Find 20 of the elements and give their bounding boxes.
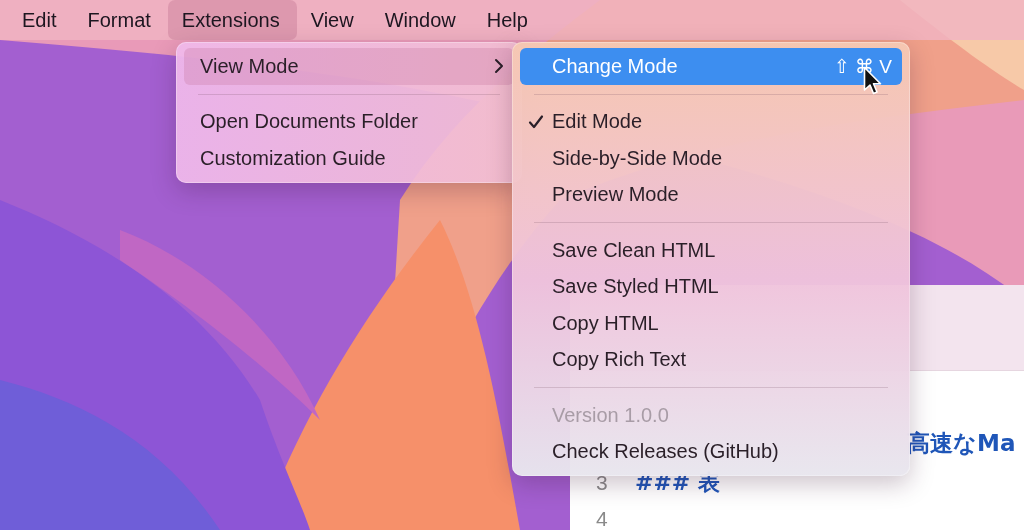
- line-number: 3: [595, 471, 609, 495]
- menu-bar-item[interactable]: Edit: [8, 0, 74, 40]
- menu-bar-item[interactable]: Extensions: [167, 0, 297, 40]
- menu-item[interactable]: Edit Mode: [520, 103, 902, 140]
- checkmark-icon: [528, 113, 544, 130]
- menu-item[interactable]: Customization Guide: [184, 140, 514, 177]
- menu-bar-item[interactable]: Window: [370, 0, 473, 40]
- menu-item[interactable]: Preview Mode: [520, 176, 902, 213]
- menu-item[interactable]: Save Styled HTML: [520, 268, 902, 305]
- menu-item[interactable]: Check Releases (GitHub): [520, 433, 902, 470]
- menu-bar-item[interactable]: View: [296, 0, 371, 40]
- line-number: 4: [595, 507, 609, 530]
- menu-bar-item[interactable]: Format: [73, 0, 168, 40]
- menu-item[interactable]: Open Documents Folder: [184, 103, 514, 140]
- menu-item[interactable]: Copy Rich Text: [520, 341, 902, 378]
- menu-bar-item[interactable]: Help: [472, 0, 545, 40]
- menu-item[interactable]: View Mode: [184, 48, 514, 85]
- menu-item[interactable]: Side-by-Side Mode: [520, 140, 902, 177]
- menu-item[interactable]: Save Clean HTML: [520, 232, 902, 269]
- menu-item[interactable]: Copy HTML: [520, 305, 902, 342]
